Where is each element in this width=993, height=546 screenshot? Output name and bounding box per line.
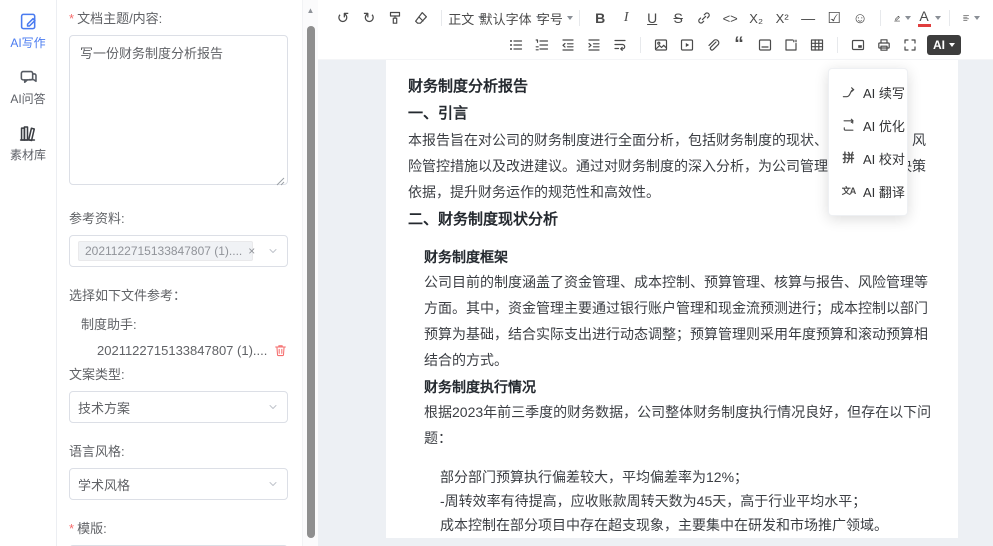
ordered-list-icon[interactable] bbox=[531, 34, 553, 56]
fullscreen-icon[interactable] bbox=[899, 34, 921, 56]
embed-card-icon[interactable] bbox=[847, 34, 869, 56]
ai-dropdown-menu: AI 续写 AI 优化 拼 AI 校对 文A AI 翻译 bbox=[828, 68, 908, 216]
scrollbar-thumb[interactable] bbox=[307, 26, 315, 538]
italic-icon[interactable]: I bbox=[615, 7, 637, 29]
print-icon[interactable] bbox=[873, 34, 895, 56]
toolbar-row-2: “ bbox=[330, 31, 985, 59]
doc-list-item: -周转效率有待提高，应收账款周转天数为45天，高于行业平均水平； bbox=[408, 489, 936, 513]
topic-textarea[interactable]: 写一份财务制度分析报告 bbox=[69, 35, 288, 185]
editor-toolbar: ↺ ↻ 正文 默认字体 字号 B I U S bbox=[318, 0, 993, 60]
ai-writing-icon bbox=[19, 12, 38, 31]
link-icon[interactable] bbox=[693, 7, 715, 29]
ai-menu-item-continue[interactable]: AI 续写 bbox=[829, 76, 907, 109]
emoji-icon[interactable]: ☺ bbox=[849, 7, 871, 29]
resize-grip-icon[interactable] bbox=[276, 177, 285, 186]
editor: ↺ ↻ 正文 默认字体 字号 B I U S bbox=[318, 0, 993, 546]
undo-icon[interactable]: ↺ bbox=[332, 7, 354, 29]
ai-menu-item-proofread[interactable]: 拼 AI 校对 bbox=[829, 142, 907, 175]
file-group-label: 制度助手: bbox=[81, 314, 288, 333]
scroll-up-icon[interactable]: ▲ bbox=[303, 0, 318, 15]
attachment-icon[interactable] bbox=[702, 34, 724, 56]
align-dropdown[interactable] bbox=[959, 7, 983, 29]
tag-close-icon[interactable]: × bbox=[248, 244, 255, 258]
ai-menu-item-translate[interactable]: 文A AI 翻译 bbox=[829, 175, 907, 208]
doc-list-item: 成本控制在部分项目中存在超支现象，主要集中在研发和市场推广领域。 bbox=[408, 513, 936, 537]
rail-item-label: AI写作 bbox=[10, 34, 45, 51]
ai-continue-icon bbox=[841, 85, 856, 100]
style-select[interactable]: 学术风格 bbox=[69, 468, 288, 500]
rail-item-ai-qa[interactable]: AI问答 bbox=[10, 68, 45, 107]
chevron-down-icon bbox=[267, 478, 279, 490]
bold-icon[interactable]: B bbox=[589, 7, 611, 29]
ai-proofread-icon: 拼 bbox=[841, 151, 856, 166]
format-painter-icon[interactable] bbox=[384, 7, 406, 29]
paragraph-style-dropdown[interactable]: 正文 bbox=[451, 7, 482, 29]
highlight-color-dropdown[interactable] bbox=[890, 7, 914, 29]
clear-format-icon[interactable] bbox=[410, 7, 432, 29]
task-checkbox-icon[interactable]: ☑ bbox=[823, 7, 845, 29]
app-window: AI写作 AI问答 素材库 *文档主题/内容: 写一份财务制度分析报告 bbox=[0, 0, 993, 546]
divider-block-icon[interactable] bbox=[754, 34, 776, 56]
indent-icon[interactable] bbox=[583, 34, 605, 56]
rail-item-label: AI问答 bbox=[10, 90, 45, 107]
rail-item-label: 素材库 bbox=[10, 146, 46, 163]
insert-video-icon[interactable] bbox=[676, 34, 698, 56]
horizontal-rule-icon[interactable]: — bbox=[797, 7, 819, 29]
strikethrough-icon[interactable]: S bbox=[667, 7, 689, 29]
font-size-dropdown[interactable]: 字号 bbox=[539, 7, 570, 29]
redo-icon[interactable]: ↻ bbox=[358, 7, 380, 29]
rail-item-ai-writing[interactable]: AI写作 bbox=[10, 12, 45, 51]
doc-subheading: 财务制度执行情况 bbox=[408, 375, 936, 399]
outdent-icon[interactable] bbox=[557, 34, 579, 56]
panel-scrollbar[interactable]: ▲ bbox=[302, 0, 318, 546]
insert-image-icon[interactable] bbox=[650, 34, 672, 56]
doc-subheading: 财务制度框架 bbox=[408, 245, 936, 269]
ai-optimize-icon bbox=[841, 118, 856, 133]
file-name: 2021122715133847807 (1).... bbox=[97, 343, 273, 358]
template-label: *模版: bbox=[69, 518, 288, 537]
font-family-dropdown[interactable]: 默认字体 bbox=[486, 7, 535, 29]
bullet-list-icon[interactable] bbox=[505, 34, 527, 56]
left-rail: AI写作 AI问答 素材库 bbox=[0, 0, 57, 546]
delete-file-icon[interactable] bbox=[273, 343, 288, 358]
reference-tag: 2021122715133847807 (1).... × bbox=[78, 241, 253, 261]
type-label: 文案类型: bbox=[69, 364, 288, 383]
ai-menu-item-optimize[interactable]: AI 优化 bbox=[829, 109, 907, 142]
style-label: 语言风格: bbox=[69, 441, 288, 460]
library-icon bbox=[18, 124, 37, 143]
topic-label: *文档主题/内容: bbox=[69, 8, 288, 27]
ai-dropdown-button[interactable]: AI bbox=[927, 35, 961, 55]
code-block-icon[interactable] bbox=[780, 34, 802, 56]
reference-label: 参考资料: bbox=[69, 208, 288, 227]
superscript-icon[interactable]: X² bbox=[771, 7, 793, 29]
doc-paragraph: 根据2023年前三季度的财务数据，公司整体财务制度执行情况良好，但存在以下问题： bbox=[408, 399, 936, 451]
insert-table-icon[interactable] bbox=[806, 34, 828, 56]
doc-list-item: 部分部门预算执行偏差较大，平均偏差率为12%； bbox=[408, 465, 936, 489]
chevron-down-icon bbox=[267, 245, 279, 257]
inline-code-icon[interactable]: <> bbox=[719, 7, 741, 29]
ai-translate-icon: 文A bbox=[841, 184, 856, 199]
ai-qa-icon bbox=[19, 68, 38, 87]
subscript-icon[interactable]: X₂ bbox=[745, 7, 767, 29]
rail-item-library[interactable]: 素材库 bbox=[10, 124, 46, 163]
chevron-down-icon bbox=[267, 401, 279, 413]
reference-select[interactable]: 2021122715133847807 (1).... × bbox=[69, 235, 288, 267]
file-section-label: 选择如下文件参考： bbox=[69, 285, 288, 304]
text-wrap-icon[interactable] bbox=[609, 34, 631, 56]
font-color-dropdown[interactable]: A bbox=[918, 7, 940, 29]
doc-paragraph: 公司目前的制度涵盖了资金管理、成本控制、预算管理、核算与报告、风险管理等方面。其… bbox=[408, 269, 936, 373]
file-row: 2021122715133847807 (1).... bbox=[97, 343, 288, 358]
underline-icon[interactable]: U bbox=[641, 7, 663, 29]
blockquote-icon[interactable]: “ bbox=[728, 34, 750, 56]
type-select[interactable]: 技术方案 bbox=[69, 391, 288, 423]
ai-writing-form: *文档主题/内容: 写一份财务制度分析报告 参考资料: 202112271513… bbox=[57, 0, 302, 546]
toolbar-row-1: ↺ ↻ 正文 默认字体 字号 B I U S bbox=[330, 5, 985, 31]
